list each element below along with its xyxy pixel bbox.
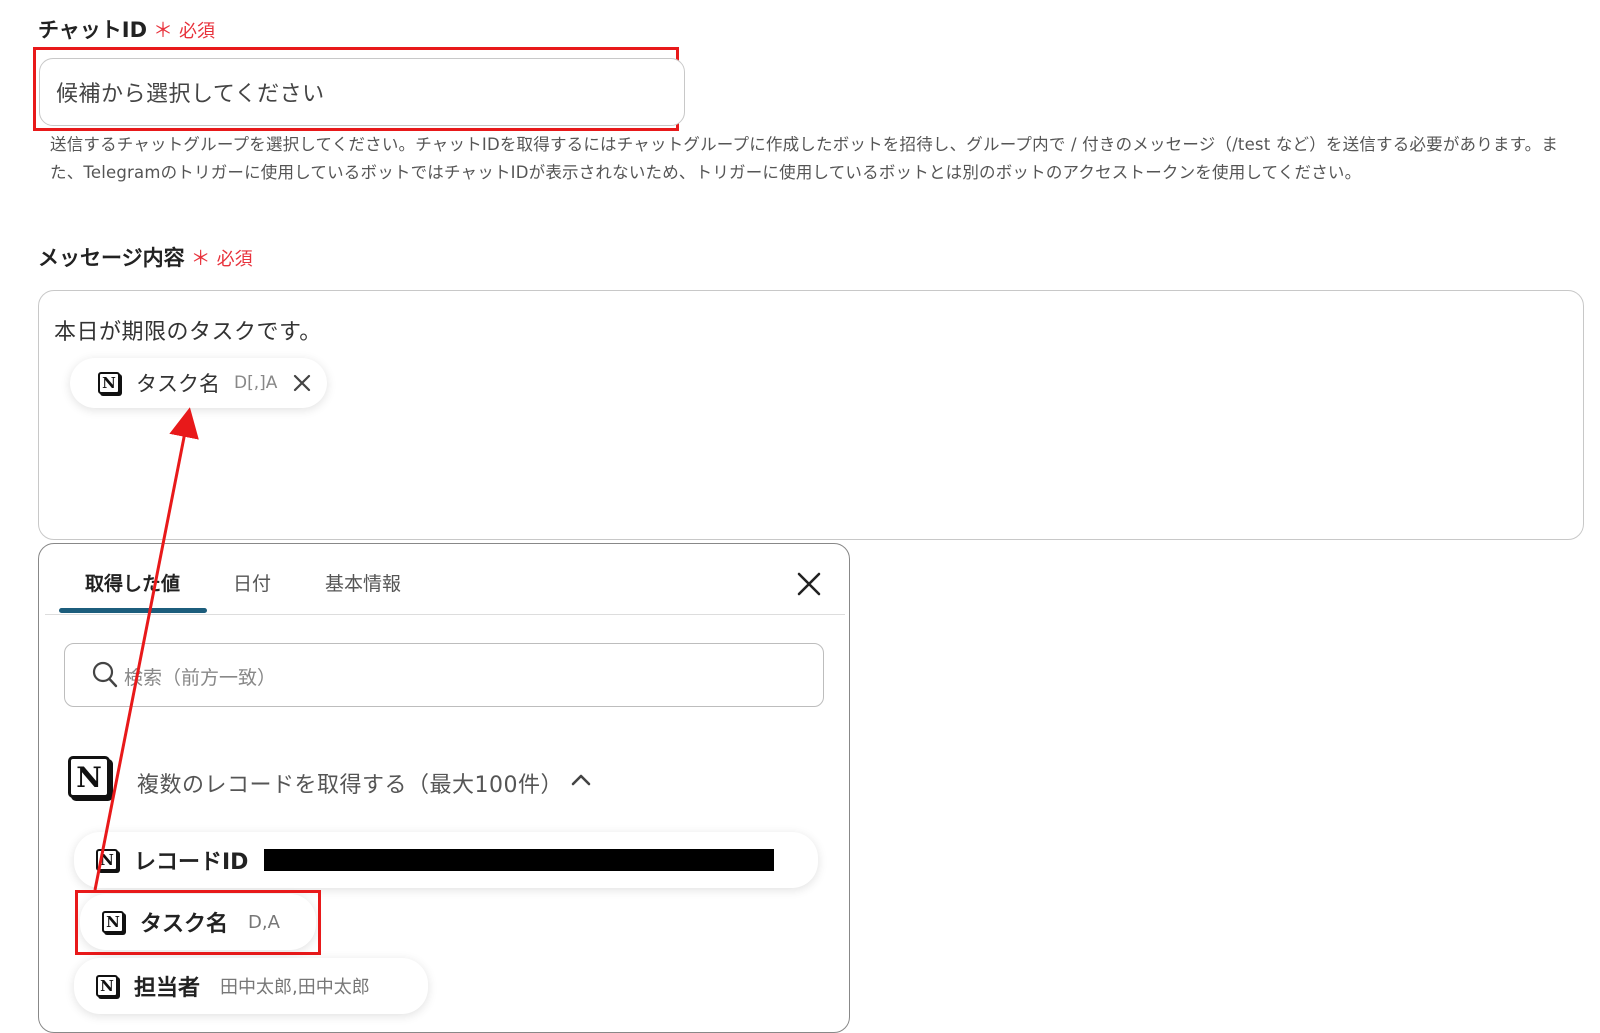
annotation-arrow — [93, 407, 199, 891]
